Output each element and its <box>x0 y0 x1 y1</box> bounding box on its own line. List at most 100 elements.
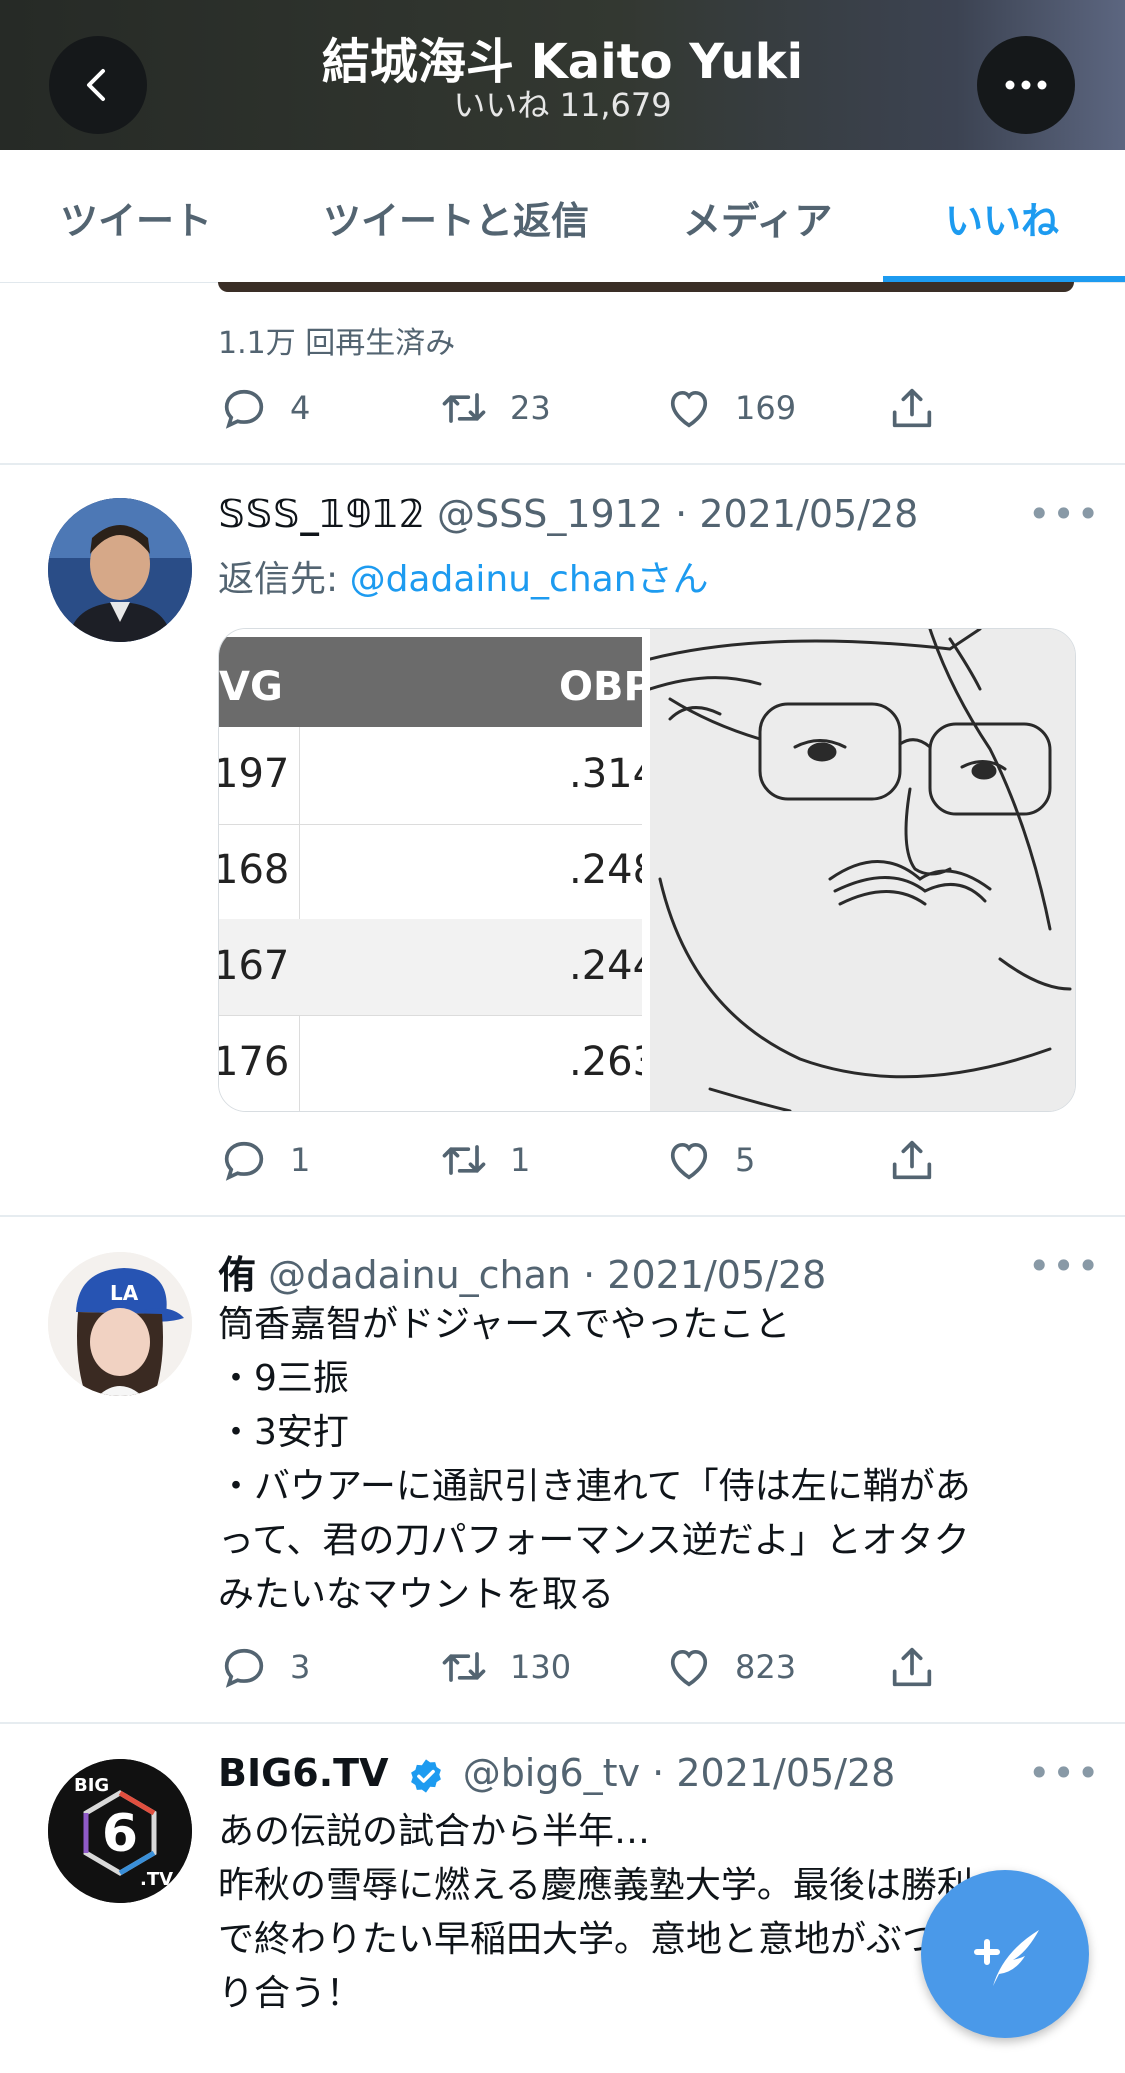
tweet-line: ・9三振 <box>218 1358 349 1399</box>
share-icon <box>892 1647 932 1687</box>
tweet-date[interactable]: 2021/05/28 <box>607 1253 826 1297</box>
reply-to-link[interactable]: @dadainu_chanさん <box>350 559 709 600</box>
display-name[interactable]: 𝕊𝕊𝕊_𝟙𝟡𝟙𝟚 <box>218 492 425 536</box>
video-media[interactable] <box>218 282 1074 292</box>
more-icon: ••• <box>1028 1751 1102 1795</box>
table-cell: 176 <box>219 1039 290 1085</box>
handle[interactable]: @dadainu_chan <box>268 1253 571 1297</box>
share-button[interactable] <box>886 382 958 434</box>
display-name[interactable]: BIG6.TV <box>218 1751 389 1795</box>
compose-icon <box>974 1930 1039 1986</box>
reply-prefix: 返信先: <box>218 559 350 600</box>
avatar[interactable] <box>48 498 192 642</box>
display-name[interactable]: 侑 <box>218 1253 256 1297</box>
likes-count: いいね 11,679 <box>453 86 672 124</box>
reply-icon <box>224 1648 264 1688</box>
separator: · <box>652 1751 665 1795</box>
reply-button[interactable]: 1 <box>218 1134 310 1186</box>
separator: · <box>675 492 688 536</box>
more-icon: ••• <box>1028 492 1102 536</box>
retweet-button[interactable]: 1 <box>438 1134 530 1186</box>
table-cell: 197 <box>219 751 290 797</box>
tweet-actions: 4 23 169 <box>218 382 938 438</box>
reply-icon <box>224 1141 264 1181</box>
tab-tweets-replies[interactable]: ツイートと返信 <box>323 190 589 245</box>
retweet-button[interactable]: 130 <box>438 1641 571 1693</box>
table-cell: .263 <box>569 1039 642 1085</box>
retweet-count: 130 <box>510 1648 572 1686</box>
tweet-date[interactable]: 2021/05/28 <box>676 1751 895 1795</box>
retweet-count: 23 <box>510 389 551 427</box>
retweet-button[interactable]: 23 <box>438 382 551 434</box>
tweet-line: みたいなマウントを取る <box>218 1574 615 1615</box>
tweet-media[interactable]: VG OBP 197 .314 168 .248 167 .244 176 .2… <box>218 628 1076 1112</box>
tweet-more-button[interactable]: ••• <box>1028 492 1101 536</box>
more-icon <box>1005 80 1047 90</box>
tab-tweets[interactable]: ツイート <box>60 190 212 245</box>
profile-tabs: ツイート ツイートと返信 メディア いいね <box>0 150 1125 283</box>
tweet-more-button[interactable]: ••• <box>1028 1751 1101 1795</box>
reply-count: 4 <box>290 389 311 427</box>
like-button[interactable]: 169 <box>663 382 796 434</box>
like-count: 5 <box>735 1141 756 1179</box>
retweet-icon <box>442 1652 486 1682</box>
tweet-line: 筒香嘉智がドジャースでやったこと <box>218 1304 791 1345</box>
more-button[interactable] <box>977 36 1075 134</box>
like-icon <box>670 1142 708 1180</box>
tweet-more-button[interactable]: ••• <box>1028 1244 1101 1288</box>
separator: · <box>583 1253 596 1297</box>
handle[interactable]: @big6_tv <box>463 1751 640 1795</box>
handle[interactable]: @SSS_1912 <box>437 492 663 536</box>
table-gridline <box>219 824 642 825</box>
share-button[interactable] <box>886 1134 958 1186</box>
table-cell: .314 <box>569 751 642 797</box>
table-cell: 168 <box>219 847 290 893</box>
reply-to: 返信先: @dadainu_chanさん <box>218 550 709 602</box>
avatar-photo <box>48 498 192 642</box>
sketch-image[interactable] <box>650 629 1075 1111</box>
sketch-drawing <box>650 629 1075 1111</box>
table-gridline <box>219 1015 642 1016</box>
like-count: 823 <box>735 1648 797 1686</box>
profile-header: 結城海斗 Kaito Yuki いいね 11,679 <box>0 0 1125 150</box>
tweet-line: ・3安打 <box>218 1412 349 1453</box>
reply-count: 1 <box>290 1141 311 1179</box>
divider <box>0 1215 1125 1217</box>
more-icon: ••• <box>1028 1244 1102 1288</box>
retweet-icon <box>442 1145 486 1175</box>
tweet-line: ・バウアーに通訳引き連れて「侍は左に鞘があ <box>218 1466 971 1507</box>
view-count: 1.1万 回再生済み <box>218 326 456 361</box>
tweet-line: って、君の刀パフォーマンス逆だよ」とオタク <box>218 1520 970 1561</box>
like-icon <box>670 390 708 428</box>
table-header: VG <box>219 664 283 710</box>
tab-likes[interactable]: いいね <box>945 190 1059 245</box>
like-button[interactable]: 5 <box>663 1134 755 1186</box>
avatar[interactable]: BIG 6 .TV <box>48 1759 192 1903</box>
share-button[interactable] <box>886 1641 958 1693</box>
tab-media[interactable]: メディア <box>683 190 832 245</box>
avatar-text: 6 <box>102 1804 138 1864</box>
tweet-line: あの伝説の試合から半年… <box>218 1811 651 1852</box>
like-button[interactable]: 823 <box>663 1641 796 1693</box>
table-image[interactable]: VG OBP 197 .314 168 .248 167 .244 176 .2… <box>219 629 642 1111</box>
tweet-header: 侑 @dadainu_chan · 2021/05/28 <box>218 1244 826 1299</box>
reply-button[interactable]: 4 <box>218 382 310 434</box>
tweet-header: 𝕊𝕊𝕊_𝟙𝟡𝟙𝟚 @SSS_1912 · 2021/05/28 <box>218 492 918 536</box>
table-header: OBP <box>559 664 642 710</box>
reply-button[interactable]: 3 <box>218 1641 310 1693</box>
reply-icon <box>224 389 264 429</box>
table-cell: 167 <box>219 943 290 989</box>
reply-count: 3 <box>290 1648 311 1686</box>
table-cell: .248 <box>569 847 642 893</box>
avatar-logo: BIG 6 .TV <box>48 1759 192 1903</box>
divider <box>0 463 1125 465</box>
like-count: 169 <box>735 389 797 427</box>
share-icon <box>892 1140 932 1180</box>
svg-text:LA: LA <box>110 1281 139 1305</box>
divider <box>0 1722 1125 1724</box>
tweet-date[interactable]: 2021/05/28 <box>699 492 918 536</box>
compose-tweet-button[interactable] <box>921 1870 1089 2038</box>
avatar[interactable]: LA <box>48 1252 192 1396</box>
avatar-photo: LA <box>48 1252 192 1396</box>
tweet-actions: 3 130 823 <box>218 1641 938 1697</box>
